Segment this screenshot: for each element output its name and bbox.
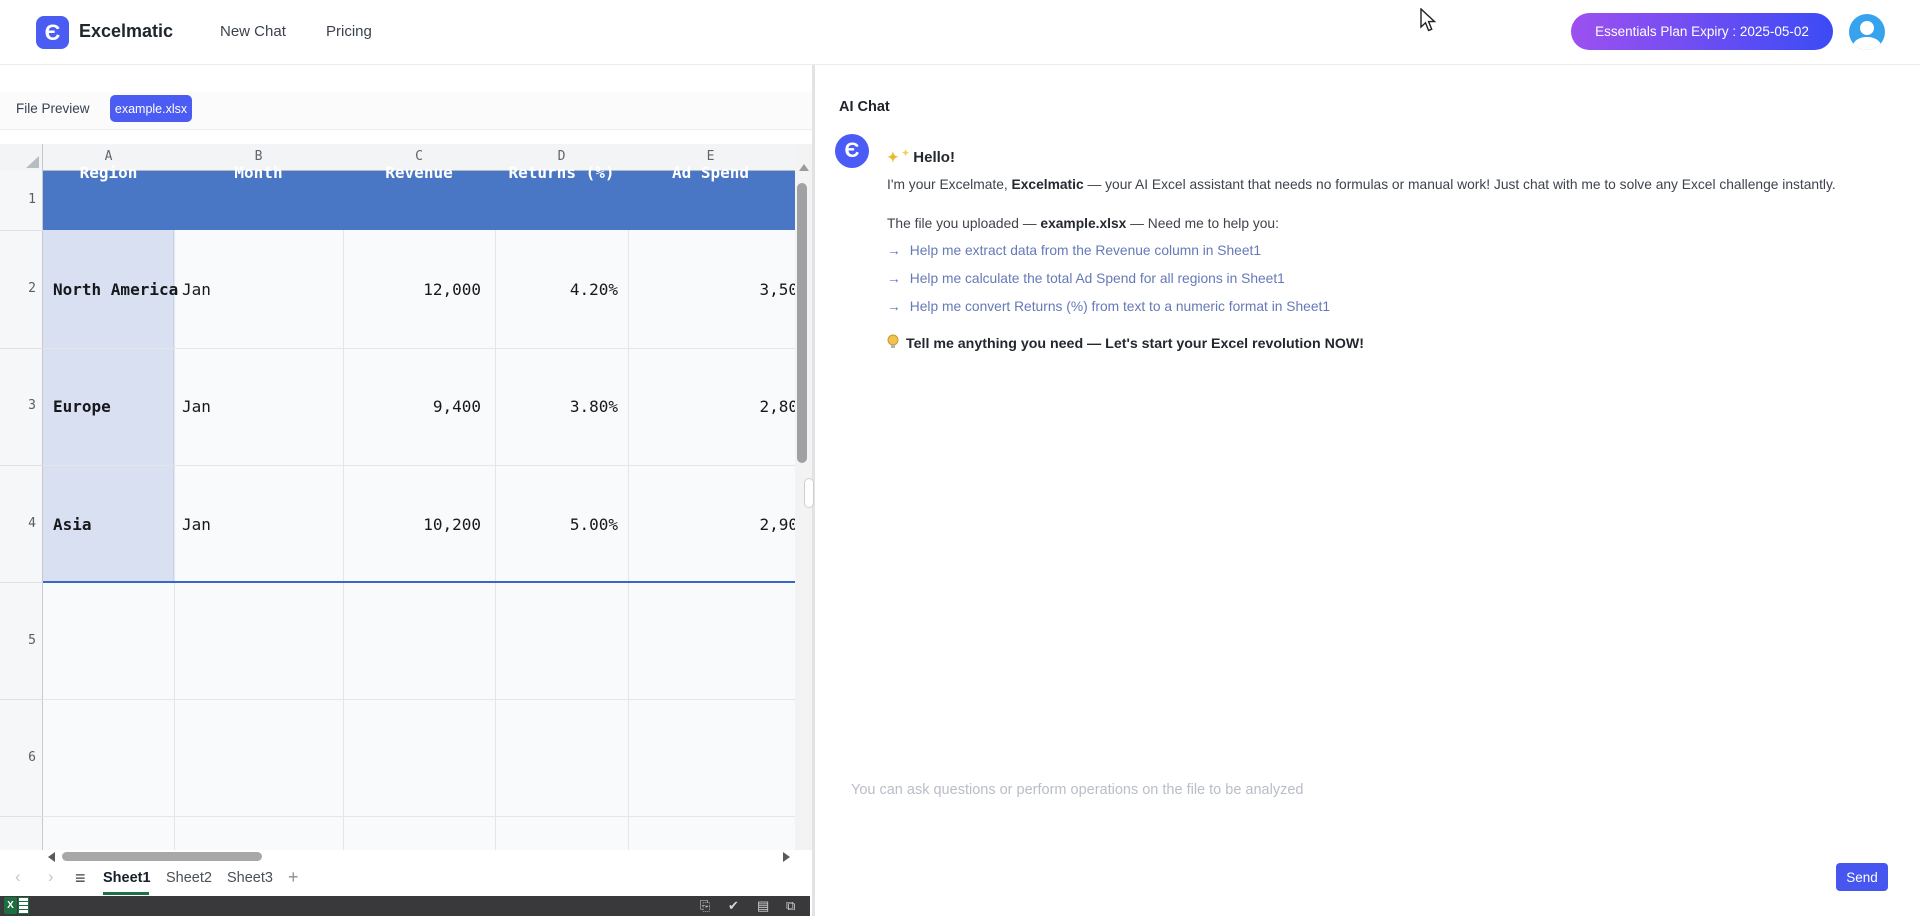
- cell-e4[interactable]: 2,90: [628, 515, 795, 534]
- add-sheet-button[interactable]: +: [288, 867, 299, 888]
- book-view-icon[interactable]: ▤: [757, 898, 769, 914]
- row-header-column: [0, 171, 43, 850]
- cell-e3[interactable]: 2,80: [628, 397, 795, 416]
- column-header-d[interactable]: D: [495, 149, 628, 164]
- selection-bottom-border: [43, 581, 795, 583]
- cell-a3[interactable]: Europe: [53, 397, 111, 416]
- tab-sheet1[interactable]: Sheet1: [103, 870, 151, 886]
- row-header-5[interactable]: 5: [0, 633, 36, 648]
- user-avatar[interactable]: [1849, 14, 1885, 50]
- header-cell-revenue[interactable]: Revenue: [343, 163, 495, 182]
- chat-input-area[interactable]: You can ask questions or perform operati…: [815, 755, 1920, 916]
- assistant-greeting: ✦✦Hello!: [887, 148, 955, 166]
- select-all-triangle-icon: [26, 156, 39, 168]
- suggestion-extract-revenue[interactable]: →Help me extract data from the Revenue c…: [887, 243, 1261, 258]
- chat-input-placeholder: You can ask questions or perform operati…: [851, 782, 1303, 798]
- assistant-intro-text: I'm your Excelmate, Excelmatic — your AI…: [887, 175, 1892, 194]
- cell-b3[interactable]: Jan: [182, 397, 211, 416]
- arrow-right-icon: →: [887, 271, 901, 286]
- task-check-icon[interactable]: ✔: [728, 898, 739, 914]
- tab-sheet3[interactable]: Sheet3: [227, 870, 273, 886]
- sheet-list-menu-icon[interactable]: ≡: [75, 868, 86, 889]
- row-header-1[interactable]: 1: [0, 192, 36, 207]
- assistant-avatar-icon: Є: [835, 134, 869, 168]
- cell-c3[interactable]: 9,400: [343, 397, 481, 416]
- row-header-4[interactable]: 4: [0, 516, 36, 531]
- suggestion-total-ad-spend[interactable]: →Help me calculate the total Ad Spend fo…: [887, 271, 1285, 286]
- plan-expiry-button[interactable]: Essentials Plan Expiry : 2025-05-02: [1571, 13, 1833, 50]
- horizontal-scrollbar-thumb[interactable]: [62, 852, 262, 861]
- cell-d3[interactable]: 3.80%: [495, 397, 618, 416]
- send-button[interactable]: Send: [1836, 863, 1888, 891]
- assistant-tip-line: Tell me anything you need — Let's start …: [887, 334, 1364, 354]
- file-preview-label: File Preview: [16, 101, 90, 116]
- lightbulb-icon: [887, 334, 899, 354]
- column-header-a[interactable]: A: [43, 149, 174, 164]
- sheet-status-bar: ⎘ ✔ ▤ ⧉: [0, 896, 810, 916]
- excel-file-icon[interactable]: X: [4, 897, 30, 916]
- paste-refresh-icon[interactable]: ⎘: [700, 898, 710, 914]
- windows-overlap-icon[interactable]: ⧉: [786, 898, 795, 914]
- nav-link-new-chat[interactable]: New Chat: [220, 23, 286, 40]
- select-all-corner[interactable]: [0, 144, 43, 171]
- cell-b4[interactable]: Jan: [182, 515, 211, 534]
- top-nav: Є Excelmatic New Chat Pricing Essentials…: [0, 0, 1920, 65]
- scroll-right-arrow-icon[interactable]: [783, 852, 790, 862]
- arrow-right-icon: →: [887, 243, 901, 258]
- cell-d4[interactable]: 5.00%: [495, 515, 618, 534]
- scroll-left-arrow-icon[interactable]: [48, 852, 55, 862]
- header-cell-returns[interactable]: Returns (%): [495, 163, 628, 182]
- nav-link-pricing[interactable]: Pricing: [326, 23, 372, 40]
- row-header-6[interactable]: 6: [0, 750, 36, 765]
- cell-e2[interactable]: 3,50: [628, 280, 795, 299]
- header-cell-region[interactable]: Region: [43, 163, 174, 182]
- cell-a2[interactable]: North America: [53, 280, 178, 299]
- tab-sheet2[interactable]: Sheet2: [166, 870, 212, 886]
- suggestion-convert-returns[interactable]: →Help me convert Returns (%) from text t…: [887, 299, 1330, 314]
- spreadsheet-grid[interactable]: A B C D E 1 2 3 4 5 6 Region Month Reven…: [0, 144, 795, 850]
- column-header-c[interactable]: C: [343, 149, 495, 164]
- header-cell-ad-spend[interactable]: Ad Spend: [628, 163, 793, 182]
- sparkles-icon: ✦: [887, 149, 899, 165]
- vertical-scrollbar-thumb[interactable]: [797, 183, 807, 463]
- arrow-right-icon: →: [887, 299, 901, 314]
- sheet-tab-bar: ‹ › ≡ Sheet1 Sheet2 Sheet3 +: [0, 863, 812, 896]
- cell-d2[interactable]: 4.20%: [495, 280, 618, 299]
- cell-c2[interactable]: 12,000: [343, 280, 481, 299]
- chat-panel-title: AI Chat: [839, 99, 890, 115]
- uploaded-file-line: The file you uploaded — example.xlsx — N…: [887, 214, 1892, 233]
- excelmatic-logo-icon[interactable]: Є: [36, 16, 69, 49]
- active-tab-underline: [103, 892, 149, 895]
- tabs-next-icon[interactable]: ›: [48, 867, 54, 887]
- tabs-prev-icon[interactable]: ‹: [15, 867, 21, 887]
- cell-b2[interactable]: Jan: [182, 280, 211, 299]
- file-tab-example-xlsx[interactable]: example.xlsx: [110, 95, 192, 122]
- header-cell-month[interactable]: Month: [174, 163, 343, 182]
- row-header-2[interactable]: 2: [0, 281, 36, 296]
- column-header-e[interactable]: E: [628, 149, 793, 164]
- column-header-b[interactable]: B: [174, 149, 343, 164]
- row-header-3[interactable]: 3: [0, 398, 36, 413]
- cell-a4[interactable]: Asia: [53, 515, 92, 534]
- panel-resize-handle[interactable]: [804, 478, 814, 508]
- avatar-person-icon: [1860, 21, 1874, 35]
- cell-c4[interactable]: 10,200: [343, 515, 481, 534]
- scroll-up-arrow-icon[interactable]: [799, 164, 809, 171]
- brand-title: Excelmatic: [79, 21, 173, 42]
